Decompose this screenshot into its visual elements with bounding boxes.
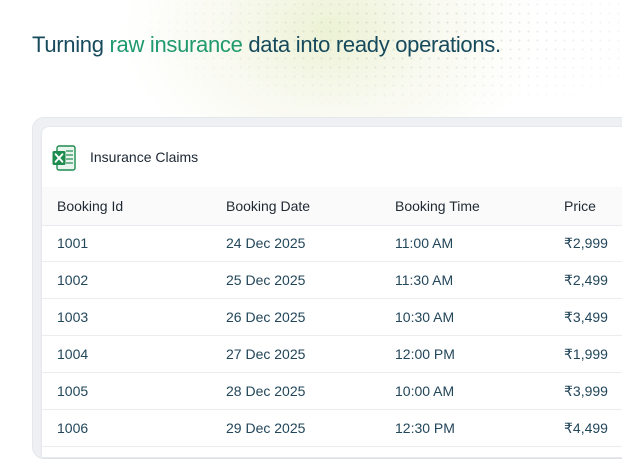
headline: Turning raw insurance data into ready op… bbox=[32, 32, 501, 58]
table-header-row: Booking Id Booking Date Booking Time Pri… bbox=[42, 187, 622, 226]
column-header-price[interactable]: Price bbox=[564, 198, 596, 214]
table-row[interactable]: 1002 25 Dec 2025 11:30 AM ₹2,499 bbox=[42, 262, 622, 299]
table-row[interactable]: 1001 24 Dec 2025 11:00 AM ₹2,999 bbox=[42, 225, 622, 262]
cell-booking-id: 1006 bbox=[57, 420, 89, 436]
column-header-booking-time[interactable]: Booking Time bbox=[395, 198, 480, 214]
cell-booking-date: 28 Dec 2025 bbox=[226, 383, 306, 399]
cell-booking-time: 12:30 PM bbox=[395, 420, 455, 436]
cell-booking-date: 24 Dec 2025 bbox=[226, 235, 306, 251]
cell-price: ₹2,999 bbox=[564, 235, 608, 251]
headline-accent: raw insurance bbox=[109, 32, 243, 57]
column-header-booking-date[interactable]: Booking Date bbox=[226, 198, 310, 214]
insurance-claims-card: Insurance Claims Booking Id Booking Date… bbox=[41, 126, 622, 458]
excel-spreadsheet-icon bbox=[52, 145, 76, 171]
cell-booking-time: 11:30 AM bbox=[395, 272, 454, 288]
cell-booking-id: 1005 bbox=[57, 383, 89, 399]
cell-booking-date: 25 Dec 2025 bbox=[226, 272, 306, 288]
cell-booking-date: 27 Dec 2025 bbox=[226, 346, 306, 362]
cell-booking-time: 11:00 AM bbox=[395, 235, 454, 251]
headline-part-2: data into ready operations. bbox=[242, 32, 501, 57]
cell-price: ₹1,999 bbox=[564, 346, 608, 362]
cell-price: ₹2,499 bbox=[564, 272, 608, 288]
cell-booking-id: 1002 bbox=[57, 272, 89, 288]
cell-booking-id: 1004 bbox=[57, 346, 89, 362]
cell-price: ₹4,499 bbox=[564, 420, 608, 436]
table-row[interactable]: 1004 27 Dec 2025 12:00 PM ₹1,999 bbox=[42, 336, 622, 373]
cell-booking-time: 12:00 PM bbox=[395, 346, 455, 362]
cell-booking-id: 1003 bbox=[57, 309, 89, 325]
cell-price: ₹3,999 bbox=[564, 383, 608, 399]
table-row[interactable]: 1006 29 Dec 2025 12:30 PM ₹4,499 bbox=[42, 410, 622, 447]
table-row[interactable]: 1005 28 Dec 2025 10:00 AM ₹3,999 bbox=[42, 373, 622, 410]
cell-booking-time: 10:30 AM bbox=[395, 309, 455, 325]
card-header: Insurance Claims bbox=[42, 127, 622, 187]
column-header-booking-id[interactable]: Booking Id bbox=[57, 198, 123, 214]
cell-booking-id: 1001 bbox=[57, 235, 89, 251]
cell-booking-date: 29 Dec 2025 bbox=[226, 420, 306, 436]
cell-booking-date: 26 Dec 2025 bbox=[226, 309, 306, 325]
cell-price: ₹3,499 bbox=[564, 309, 608, 325]
cell-booking-time: 10:00 AM bbox=[395, 383, 455, 399]
headline-part-1: Turning bbox=[32, 32, 110, 57]
table-row[interactable]: 1003 26 Dec 2025 10:30 AM ₹3,499 bbox=[42, 299, 622, 336]
background-dot-pattern bbox=[110, 0, 622, 120]
card-title: Insurance Claims bbox=[90, 149, 199, 165]
